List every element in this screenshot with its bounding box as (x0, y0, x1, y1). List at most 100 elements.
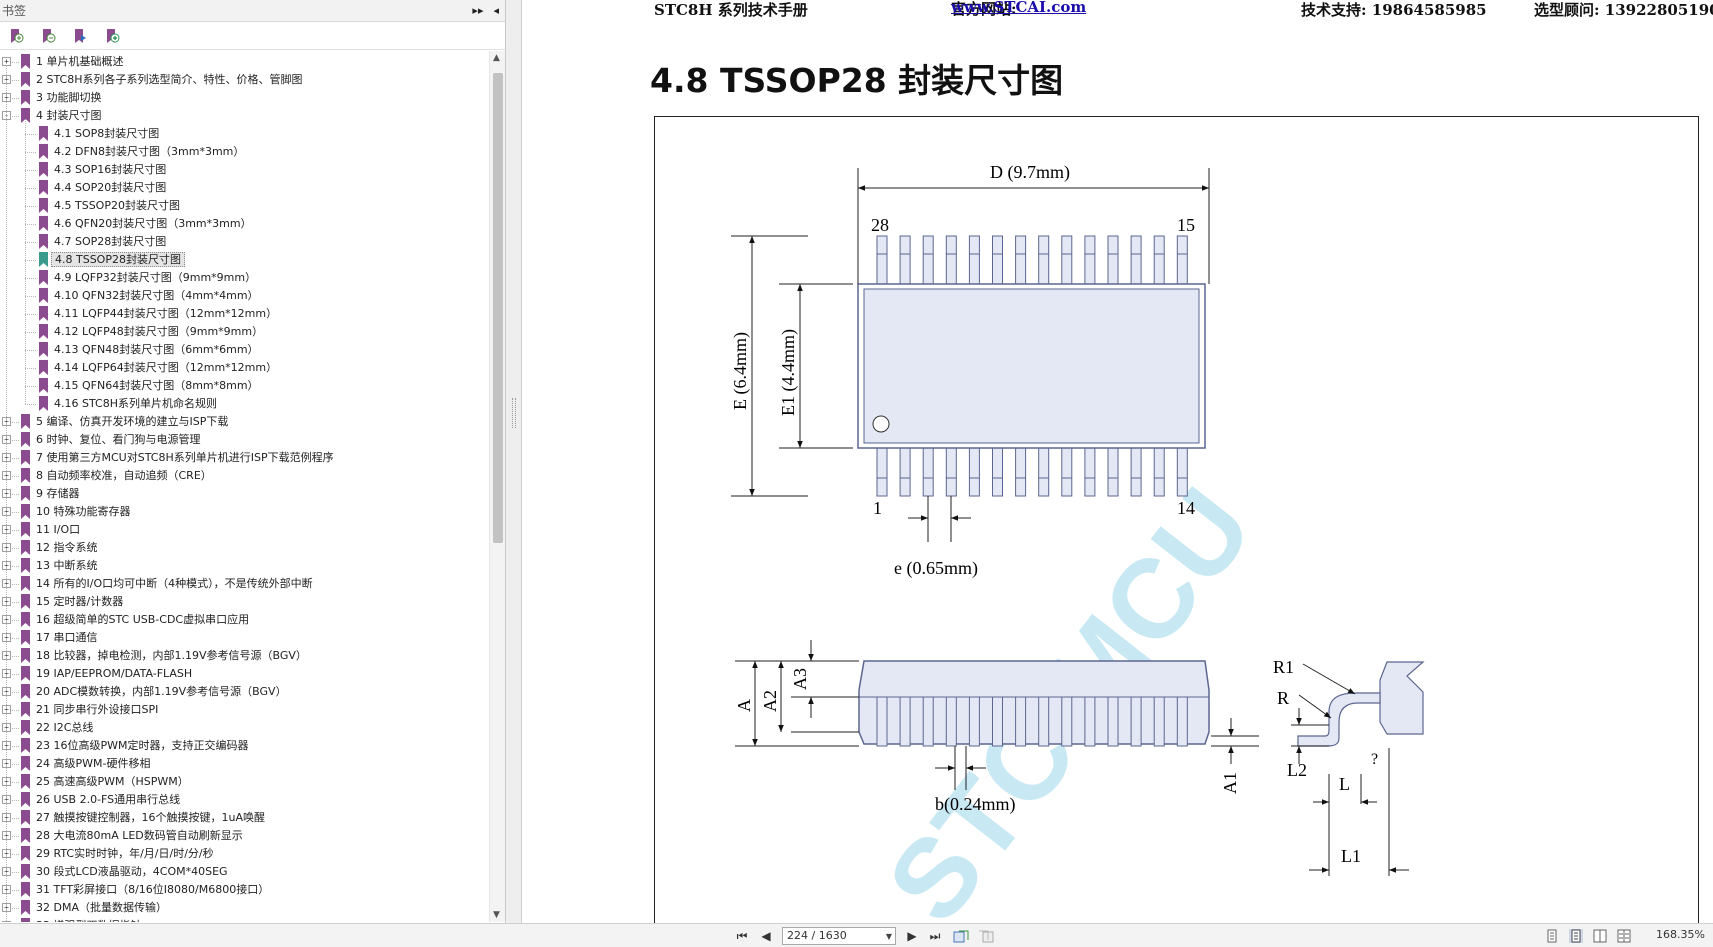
package-pin (992, 447, 1003, 497)
expand-bookmark-icon[interactable] (7, 27, 25, 45)
bookmark-item[interactable]: +28 大电流80mA LED数码管自动刷新显示 (0, 827, 490, 845)
bookmark-icon (38, 180, 49, 195)
tree-connector (25, 170, 36, 171)
side-pin (992, 696, 1003, 747)
bookmark-item[interactable]: +33 增强型双数据指针 (0, 917, 490, 922)
bookmark-item[interactable]: 4.14 LQFP64封装尺寸图（12mm*12mm） (0, 359, 490, 377)
bookmark-icon (20, 882, 31, 897)
bookmark-scrollbar-thumb[interactable] (493, 73, 503, 543)
bookmark-label: 4.1 SOP8封装尺寸图 (54, 127, 160, 140)
bookmark-item[interactable]: +2 STC8H系列各子系列选型简介、特性、价格、管脚图 (0, 71, 490, 89)
bookmark-panel-title: 书签 (2, 4, 27, 18)
bookmark-item[interactable]: +22 I2C总线 (0, 719, 490, 737)
first-page-icon[interactable]: ⏮ (734, 928, 750, 944)
bookmark-item[interactable]: +14 所有的I/O口均可中断（4种模式），不是传统外部中断 (0, 575, 490, 593)
tree-connector (12, 548, 19, 549)
bookmark-item[interactable]: +9 存储器 (0, 485, 490, 503)
bookmark-item[interactable]: +29 RTC实时时钟，年/月/日/时/分/秒 (0, 845, 490, 863)
continuous-facing-view-icon[interactable] (1617, 929, 1631, 943)
next-view-icon[interactable] (978, 928, 994, 944)
tree-connector (12, 710, 19, 711)
tree-connector (25, 188, 36, 189)
bookmark-label: 1 单片机基础概述 (36, 55, 124, 68)
bookmark-item[interactable]: +16 超级简单的STC USB-CDC虚拟串口应用 (0, 611, 490, 629)
bookmark-item[interactable]: 4.7 SOP28封装尺寸图 (0, 233, 490, 251)
bookmark-item[interactable]: +10 特殊功能寄存器 (0, 503, 490, 521)
splitter-grip-icon[interactable] (512, 398, 516, 428)
bookmark-item[interactable]: +20 ADC模数转换，内部1.19V参考信号源（BGV） (0, 683, 490, 701)
bookmark-item[interactable]: +12 指令系统 (0, 539, 490, 557)
bookmark-item[interactable]: 4.13 QFN48封装尺寸图（6mm*6mm） (0, 341, 490, 359)
goto-bookmark-icon[interactable] (71, 27, 89, 45)
collapse-bookmark-icon[interactable] (39, 27, 57, 45)
bookmark-item[interactable]: +13 中断系统 (0, 557, 490, 575)
last-page-icon[interactable]: ⏭ (927, 928, 943, 944)
tree-connector (12, 728, 19, 729)
bookmark-item[interactable]: 4.1 SOP8封装尺寸图 (0, 125, 490, 143)
package-pin (1015, 447, 1027, 497)
bookmark-item[interactable]: 4.11 LQFP44封装尺寸图（12mm*12mm） (0, 305, 490, 323)
previous-page-icon[interactable]: ◀ (758, 928, 774, 944)
bookmark-item[interactable]: +11 I/O口 (0, 521, 490, 539)
bookmark-item[interactable]: 4.15 QFN64封装尺寸图（8mm*8mm） (0, 377, 490, 395)
tree-connector (12, 422, 19, 423)
single-page-view-icon[interactable] (1545, 929, 1559, 943)
tree-connector (25, 119, 26, 404)
bookmark-item[interactable]: 4.5 TSSOP20封装尺寸图 (0, 197, 490, 215)
tree-connector (12, 602, 19, 603)
bookmark-item[interactable]: 4.16 STC8H系列单片机命名规则 (0, 395, 490, 413)
bookmark-item[interactable]: -4 封装尺寸图 (0, 107, 490, 125)
tree-connector (12, 566, 19, 567)
panel-collapse-icon[interactable]: ◂ (493, 4, 499, 17)
continuous-view-icon[interactable] (1569, 929, 1583, 943)
scroll-up-icon[interactable]: ▲ (493, 53, 500, 63)
bookmark-item[interactable]: +25 高速高级PWM（HSPWM） (0, 773, 490, 791)
bookmark-item[interactable]: +31 TFT彩屏接口（8/16位I8080/M6800接口） (0, 881, 490, 899)
bookmark-item[interactable]: +7 使用第三方MCU对STC8H系列单片机进行ISP下载范例程序 (0, 449, 490, 467)
bookmark-item[interactable]: +1 单片机基础概述 (0, 53, 490, 71)
bookmark-label: 7 使用第三方MCU对STC8H系列单片机进行ISP下载范例程序 (36, 451, 334, 464)
bookmark-item[interactable]: 4.6 QFN20封装尺寸图（3mm*3mm） (0, 215, 490, 233)
bookmark-item[interactable]: +26 USB 2.0-FS通用串行总线 (0, 791, 490, 809)
panel-splitter[interactable] (506, 0, 522, 923)
bookmark-scrollbar[interactable]: ▲ ▼ (489, 51, 505, 922)
bookmark-label: 15 定时器/计数器 (36, 595, 124, 608)
bookmark-item[interactable]: 4.2 DFN8封装尺寸图（3mm*3mm） (0, 143, 490, 161)
panel-expand-icon[interactable]: ▸▸ (472, 4, 483, 17)
document-view[interactable]: STC8H 系列技术手册 官方网站: www.STCAI.com 技术支持: 1… (523, 0, 1713, 923)
bookmark-item[interactable]: +19 IAP/EEPROM/DATA-FLASH (0, 665, 490, 683)
bookmark-item[interactable]: +27 触摸按键控制器，16个触摸按键，1uA唤醒 (0, 809, 490, 827)
bookmark-item[interactable]: 4.10 QFN32封装尺寸图（4mm*4mm） (0, 287, 490, 305)
bookmark-icon (20, 594, 31, 609)
bookmark-item[interactable]: +32 DMA（批量数据传输） (0, 899, 490, 917)
bookmark-label: 28 大电流80mA LED数码管自动刷新显示 (36, 829, 243, 842)
bookmark-item[interactable]: 4.8 TSSOP28封装尺寸图 (0, 251, 490, 269)
facing-view-icon[interactable] (1593, 929, 1607, 943)
bookmark-icon (20, 648, 31, 663)
bookmark-item[interactable]: 4.3 SOP16封装尺寸图 (0, 161, 490, 179)
previous-view-icon[interactable] (953, 928, 969, 944)
bookmark-item[interactable]: +5 编译、仿真开发环境的建立与ISP下载 (0, 413, 490, 431)
bookmark-item[interactable]: +17 串口通信 (0, 629, 490, 647)
bookmark-item[interactable]: +18 比较器，掉电检测，内部1.19V参考信号源（BGV） (0, 647, 490, 665)
bookmark-item[interactable]: +15 定时器/计数器 (0, 593, 490, 611)
zoom-level[interactable]: 168.35% (1656, 928, 1705, 941)
bookmark-item[interactable]: +30 段式LCD液晶驱动，4COM*40SEG (0, 863, 490, 881)
bookmark-item[interactable]: +24 高级PWM-硬件移相 (0, 755, 490, 773)
page-number-input[interactable]: 224 / 1630 ▼ (782, 927, 896, 945)
tree-connector (12, 98, 19, 99)
bookmark-item[interactable]: 4.9 LQFP32封装尺寸图（9mm*9mm） (0, 269, 490, 287)
bookmark-item[interactable]: +23 16位高级PWM定时器，支持正交编码器 (0, 737, 490, 755)
bookmark-item[interactable]: +21 同步串行外设接口SPI (0, 701, 490, 719)
bookmark-label: 4.4 SOP20封装尺寸图 (54, 181, 167, 194)
bookmark-item[interactable]: +6 时钟、复位、看门狗与电源管理 (0, 431, 490, 449)
bookmark-item[interactable]: +8 自动频率校准，自动追频（CRE） (0, 467, 490, 485)
scroll-down-icon[interactable]: ▼ (493, 910, 500, 920)
chevron-down-icon[interactable]: ▼ (886, 929, 892, 945)
bookmark-item[interactable]: 4.12 LQFP48封装尺寸图（9mm*9mm） (0, 323, 490, 341)
add-bookmark-icon[interactable] (103, 27, 121, 45)
next-page-icon[interactable]: ▶ (904, 928, 920, 944)
bookmark-item[interactable]: 4.4 SOP20封装尺寸图 (0, 179, 490, 197)
bookmark-label: 32 DMA（批量数据传输） (36, 901, 167, 914)
bookmark-item[interactable]: +3 功能脚切换 (0, 89, 490, 107)
